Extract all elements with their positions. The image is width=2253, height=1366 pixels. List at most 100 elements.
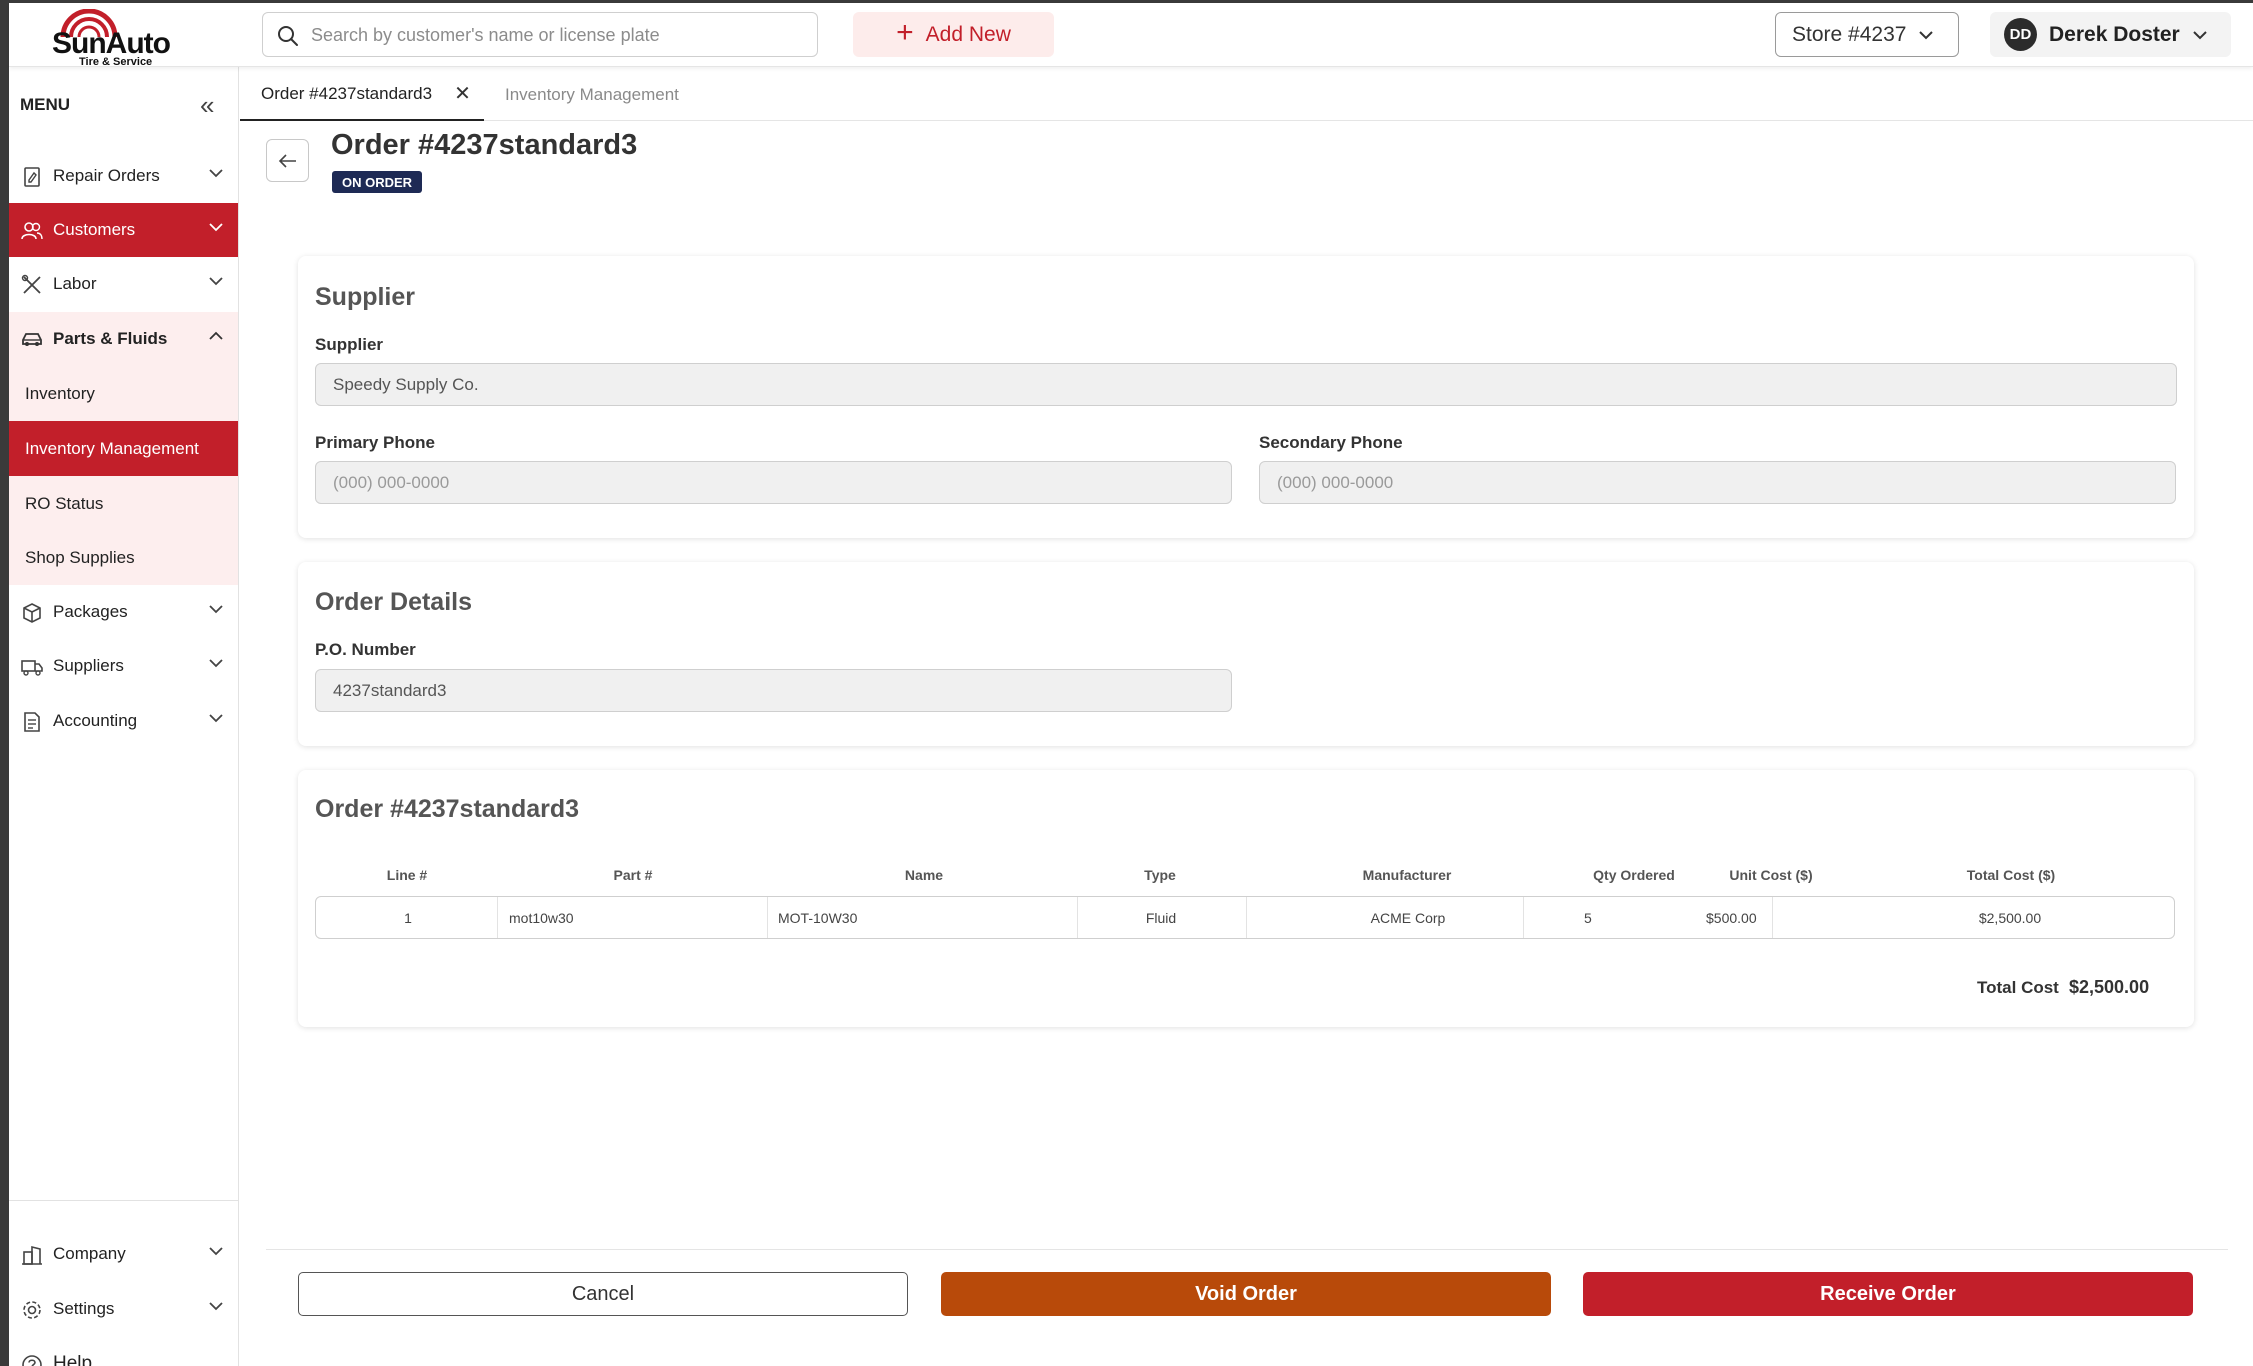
tab-label: Inventory Management xyxy=(505,84,679,104)
sidebar-item-label: Parts & Fluids xyxy=(53,329,168,348)
column-separator xyxy=(1077,897,1078,938)
column-separator xyxy=(1246,897,1247,938)
sidebar-item-label: Help xyxy=(53,1353,93,1366)
page-title: Order #4237standard3 xyxy=(331,129,638,161)
column-separator xyxy=(1523,897,1524,938)
close-icon[interactable]: ✕ xyxy=(454,81,471,106)
building-icon xyxy=(22,1245,42,1265)
sidebar: MENU « Repair Orders Customers Labor Par… xyxy=(9,67,239,1366)
search-input[interactable] xyxy=(311,21,801,49)
total-cost-label: Total Cost xyxy=(1977,978,2059,997)
search-icon xyxy=(278,26,298,46)
column-separator xyxy=(497,897,498,938)
window-frame-left xyxy=(0,0,9,1366)
sidebar-subitem-inventory-management[interactable]: Inventory Management xyxy=(9,421,238,476)
chevron-down-icon xyxy=(209,223,223,232)
footer-divider xyxy=(266,1249,2228,1250)
customers-icon xyxy=(21,222,43,240)
sunauto-logo[interactable]: SunAuto Tire & Service xyxy=(41,8,176,68)
column-header-name: Name xyxy=(904,867,944,883)
cell-part: mot10w30 xyxy=(509,910,574,926)
tab-inventory-management[interactable]: Inventory Management xyxy=(505,68,679,121)
sidebar-subitem-label: Inventory Management xyxy=(25,438,199,458)
sidebar-item-company[interactable]: Company xyxy=(9,1227,238,1281)
column-header-qty: Qty Ordered xyxy=(1593,867,1675,883)
tab-bar: Order #4237standard3 ✕ Inventory Managem… xyxy=(240,68,2253,121)
avatar: DD xyxy=(2004,18,2037,51)
chevron-up-icon xyxy=(209,331,223,340)
sidebar-item-labor[interactable]: Labor xyxy=(9,257,238,311)
accounting-icon xyxy=(24,712,40,732)
cell-name: MOT-10W30 xyxy=(778,910,858,926)
user-name: Derek Doster xyxy=(2049,22,2180,46)
top-header: SunAuto Tire & Service + Add New Store #… xyxy=(9,3,2253,68)
add-new-label: Add New xyxy=(925,22,1011,46)
sidebar-item-customers[interactable]: Customers xyxy=(9,203,238,257)
secondary-phone-field[interactable] xyxy=(1259,461,2176,504)
sidebar-item-label: Repair Orders xyxy=(53,166,160,185)
sidebar-item-packages[interactable]: Packages xyxy=(9,585,238,639)
sidebar-item-repair-orders[interactable]: Repair Orders xyxy=(9,149,238,203)
primary-phone-field[interactable] xyxy=(315,461,1232,504)
primary-phone-label: Primary Phone xyxy=(315,433,435,452)
tab-label: Order #4237standard3 xyxy=(261,83,433,103)
store-label: Store #4237 xyxy=(1792,22,1907,46)
tab-order[interactable]: Order #4237standard3 ✕ xyxy=(240,68,484,121)
chevron-down-icon xyxy=(1919,30,1934,39)
search-box[interactable] xyxy=(262,12,818,57)
truck-icon xyxy=(21,660,43,676)
collapse-sidebar-button[interactable]: « xyxy=(200,92,228,120)
supplier-card: Supplier Supplier Speedy Supply Co. Prim… xyxy=(298,256,2194,538)
sidebar-item-parts-fluids[interactable]: Parts & Fluids xyxy=(9,312,238,366)
cell-type: Fluid xyxy=(1145,910,1177,926)
sidebar-item-label: Settings xyxy=(53,1299,115,1318)
sidebar-item-label: Customers xyxy=(53,220,136,239)
sidebar-item-accounting[interactable]: Accounting xyxy=(9,694,238,748)
cell-total-cost: $2,500.00 xyxy=(1978,910,2042,926)
chevron-down-icon xyxy=(209,169,223,178)
secondary-phone-label: Secondary Phone xyxy=(1259,433,1403,452)
column-separator xyxy=(1772,897,1773,938)
sidebar-subitem-inventory[interactable]: Inventory xyxy=(9,366,238,421)
gear-icon xyxy=(23,1301,41,1319)
chevron-down-icon xyxy=(209,277,223,286)
sidebar-item-label: Company xyxy=(53,1244,126,1263)
supplier-field-label: Supplier xyxy=(315,335,384,354)
column-header-type: Type xyxy=(1144,867,1176,883)
column-header-total-cost: Total Cost ($) xyxy=(1966,867,2056,883)
sidebar-item-help[interactable]: Help xyxy=(9,1337,238,1366)
chevron-down-icon xyxy=(209,1302,223,1311)
sidebar-item-suppliers[interactable]: Suppliers xyxy=(9,639,238,693)
status-badge: ON ORDER xyxy=(332,171,423,193)
sidebar-subitem-ro-status[interactable]: RO Status xyxy=(9,476,238,531)
table-row[interactable]: 1 mot10w30 MOT-10W30 Fluid ACME Corp 5 $… xyxy=(315,896,2175,939)
user-menu[interactable]: DD Derek Doster xyxy=(1990,12,2231,57)
plus-icon: + xyxy=(896,16,914,49)
chevron-down-icon xyxy=(209,714,223,723)
receive-order-button[interactable]: Receive Order xyxy=(1583,1272,2193,1316)
add-new-button[interactable]: + Add New xyxy=(853,12,1054,57)
cell-unit-cost: $500.00 xyxy=(1706,910,1757,926)
po-number-field[interactable]: 4237standard3 xyxy=(315,669,1232,712)
chevron-down-icon xyxy=(2193,30,2207,39)
order-details-card: Order Details P.O. Number 4237standard3 xyxy=(298,562,2194,746)
cancel-button[interactable]: Cancel xyxy=(298,1272,908,1316)
chevron-down-icon xyxy=(209,605,223,614)
back-button[interactable] xyxy=(266,139,309,182)
supplier-field[interactable]: Speedy Supply Co. xyxy=(315,363,2177,406)
sidebar-item-label: Accounting xyxy=(53,711,138,730)
sidebar-subitem-label: RO Status xyxy=(25,493,104,513)
sidebar-item-settings[interactable]: Settings xyxy=(9,1282,238,1336)
menu-title: MENU xyxy=(20,95,71,114)
sidebar-subitem-label: Inventory xyxy=(25,383,95,403)
arrow-left-icon xyxy=(278,153,296,168)
order-details-title: Order Details xyxy=(315,588,473,616)
sidebar-item-label: Labor xyxy=(53,274,97,293)
labor-icon xyxy=(21,274,41,294)
svg-text:Tire & Service: Tire & Service xyxy=(79,56,152,67)
column-header-line: Line # xyxy=(386,867,428,883)
void-order-button[interactable]: Void Order xyxy=(941,1272,1551,1316)
sidebar-subitem-shop-supplies[interactable]: Shop Supplies xyxy=(9,530,238,585)
store-selector[interactable]: Store #4237 xyxy=(1775,12,1959,57)
chevron-down-icon xyxy=(209,1247,223,1256)
